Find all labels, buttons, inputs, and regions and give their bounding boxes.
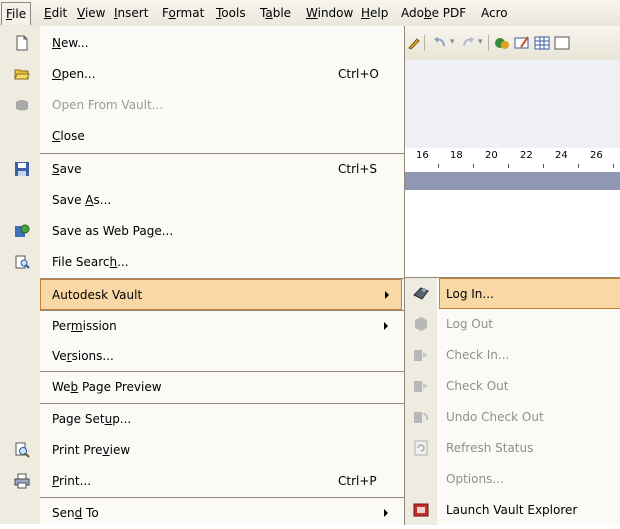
ruler-number: 22	[520, 150, 533, 161]
menu-item-versions[interactable]: Versions...	[0, 341, 404, 372]
vault-logout-icon	[415, 317, 427, 331]
autodesk-vault-submenu: Log In... Log Out Check In... Check Out …	[404, 277, 620, 525]
menu-adobe-pdf[interactable]: Adobe PDF	[397, 5, 470, 22]
tables-borders-icon[interactable]	[514, 35, 530, 51]
undo-dropdown-icon[interactable]: ▾	[450, 37, 455, 47]
format-painter-icon[interactable]	[406, 35, 422, 51]
shortcut-save: Ctrl+S	[338, 162, 378, 176]
refresh-icon	[414, 440, 428, 456]
menu-insert[interactable]: Insert	[110, 5, 152, 22]
ruler-number: 16	[416, 150, 429, 161]
ruler-number: 24	[555, 150, 568, 161]
menu-item-save-as-web-page[interactable]: Save as Web Page...	[0, 216, 404, 247]
menu-item-print-preview[interactable]: Print Preview	[0, 435, 404, 466]
vault-explorer-icon	[413, 503, 429, 517]
submenu-item-options[interactable]: Options...	[405, 464, 620, 495]
save-disk-icon	[15, 162, 29, 176]
menu-item-new[interactable]: New...	[0, 28, 404, 59]
check-out-icon	[414, 381, 428, 392]
redo-dropdown-icon[interactable]: ▾	[478, 37, 483, 47]
submenu-item-launch-vault-explorer[interactable]: Launch Vault Explorer	[405, 495, 620, 526]
submenu-item-check-out[interactable]: Check Out	[405, 371, 620, 402]
submenu-item-log-out[interactable]: Log Out	[405, 309, 620, 340]
menu-bar: File Edit View Insert Format Tools Table…	[0, 0, 620, 27]
menu-item-autodesk-vault[interactable]: Autodesk Vault	[40, 279, 402, 310]
ruler-number: 20	[485, 150, 498, 161]
vault-login-icon	[413, 287, 429, 300]
menu-item-save[interactable]: Save Ctrl+S	[0, 154, 404, 185]
menu-item-close[interactable]: Close	[0, 121, 404, 152]
menu-table[interactable]: Table	[256, 5, 295, 22]
menu-edit[interactable]: Edit	[40, 5, 71, 22]
open-folder-icon	[14, 69, 30, 80]
submenu-item-log-in-highlight[interactable]: Log In...	[439, 278, 620, 309]
save-web-icon	[15, 224, 30, 237]
menu-item-page-setup[interactable]: Page Setup...	[0, 404, 404, 435]
ruler-margin-band	[404, 172, 620, 190]
insert-table-icon[interactable]	[534, 35, 550, 51]
menu-view[interactable]: View	[73, 5, 109, 22]
submenu-item-refresh-status[interactable]: Refresh Status	[405, 433, 620, 464]
menu-window[interactable]: Window	[302, 5, 357, 22]
menu-tools[interactable]: Tools	[212, 5, 250, 22]
menu-item-open[interactable]: Open... Ctrl+O	[0, 59, 404, 90]
menu-item-print[interactable]: Print... Ctrl+P	[0, 466, 404, 497]
horizontal-ruler: 16 18 20 22 24 26	[404, 148, 620, 173]
menu-item-open-from-vault[interactable]: Open From Vault...	[0, 90, 404, 121]
menu-file[interactable]: File	[1, 2, 32, 25]
shortcut-open: Ctrl+O	[338, 67, 379, 81]
toolbar-icons: ▾ ▾	[404, 35, 620, 55]
new-document-icon	[16, 35, 28, 51]
file-search-icon	[15, 255, 30, 269]
submenu-item-undo-check-out[interactable]: Undo Check Out	[405, 402, 620, 433]
document-pane	[404, 60, 620, 148]
menu-help[interactable]: Help	[357, 5, 392, 22]
shortcut-print: Ctrl+P	[338, 474, 377, 488]
file-menu: New... Open... Ctrl+O Open From Vault...…	[0, 26, 405, 524]
undo-check-out-icon	[414, 412, 429, 423]
redo-icon[interactable]	[460, 35, 476, 51]
submenu-arrow-icon	[385, 291, 389, 299]
vault-open-icon	[16, 100, 28, 111]
ruler-number: 18	[450, 150, 463, 161]
menu-item-save-as[interactable]: Save As...	[0, 185, 404, 216]
hyperlink-icon[interactable]	[494, 35, 510, 51]
print-preview-icon	[15, 442, 30, 458]
menu-item-file-search[interactable]: File Search...	[0, 247, 404, 278]
menu-format[interactable]: Format	[158, 5, 208, 22]
menu-acrobat[interactable]: Acro	[477, 5, 512, 22]
undo-icon[interactable]	[432, 35, 448, 51]
menu-item-permission[interactable]: Permission	[0, 311, 404, 342]
menu-item-send-to[interactable]: Send To	[0, 498, 404, 529]
submenu-arrow-icon	[384, 509, 388, 517]
submenu-arrow-icon	[384, 322, 388, 330]
ruler-number: 26	[590, 150, 603, 161]
columns-icon[interactable]	[554, 35, 570, 51]
submenu-item-check-in[interactable]: Check In...	[405, 340, 620, 371]
menu-item-web-page-preview[interactable]: Web Page Preview	[0, 372, 404, 403]
printer-icon	[14, 473, 30, 489]
check-in-icon	[414, 350, 428, 361]
